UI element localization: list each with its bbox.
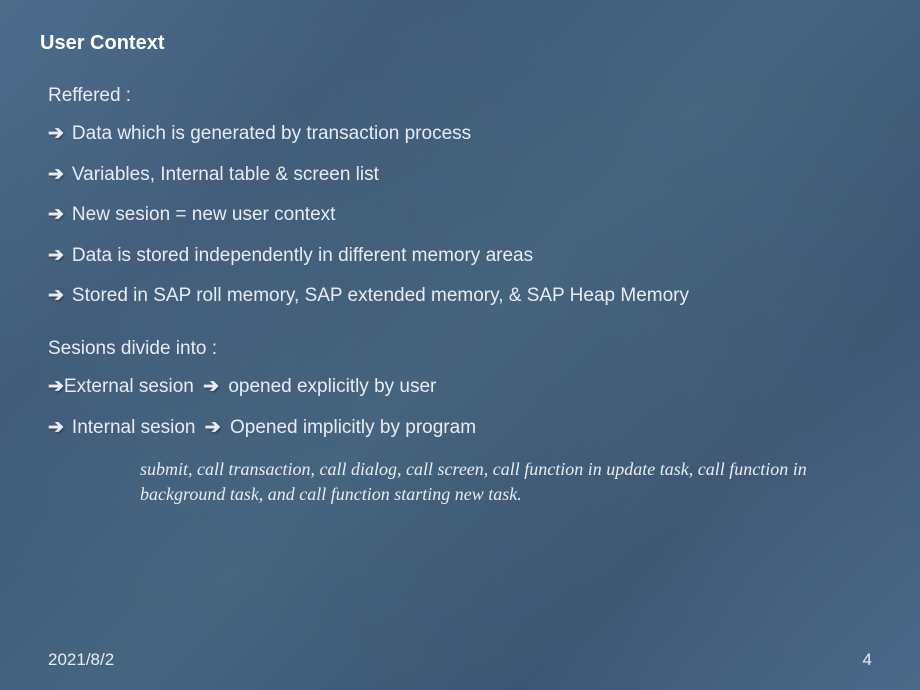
section2-list: ➔ External sesion ➔ opened explicitly by…: [48, 374, 880, 441]
list-item: ➔ Data which is generated by transaction…: [48, 121, 880, 148]
list-item: ➔ Variables, Internal table & screen lis…: [48, 162, 880, 189]
footer-page-number: 4: [863, 650, 872, 670]
footer: 2021/8/2 4: [0, 650, 920, 670]
bullet-text: New sesion = new user context: [72, 202, 336, 229]
footer-date: 2021/8/2: [48, 650, 114, 670]
slide: User Context Reffered : ➔ Data which is …: [0, 0, 920, 690]
arrow-right-icon: ➔: [48, 202, 64, 229]
bullet-text: Stored in SAP roll memory, SAP extended …: [72, 283, 689, 310]
bullet-text: Internal sesion ➔ Opened implicitly by p…: [72, 415, 476, 442]
list-item: ➔ Internal sesion ➔ Opened implicitly by…: [48, 415, 880, 442]
slide-title: User Context: [40, 32, 880, 55]
list-item: ➔ Stored in SAP roll memory, SAP extende…: [48, 283, 880, 310]
arrow-right-icon: ➔: [48, 374, 64, 401]
arrow-right-icon: ➔: [48, 162, 64, 189]
arrow-right-icon: ➔: [205, 417, 221, 438]
sub-item-label: Internal sesion: [72, 417, 196, 438]
list-item: ➔ New sesion = new user context: [48, 202, 880, 229]
section2-heading: Sesions divide into :: [48, 338, 880, 360]
bullet-text: Variables, Internal table & screen list: [72, 162, 379, 189]
bullet-text: External sesion ➔ opened explicitly by u…: [64, 374, 436, 401]
arrow-right-icon: ➔: [48, 283, 64, 310]
sub-item-label: External sesion: [64, 376, 194, 397]
section1-heading: Reffered :: [48, 85, 880, 107]
arrow-right-icon: ➔: [48, 243, 64, 270]
note-text: submit, call transaction, call dialog, c…: [140, 457, 820, 507]
bullet-text: Data which is generated by transaction p…: [72, 121, 471, 148]
arrow-right-icon: ➔: [203, 376, 219, 397]
arrow-right-icon: ➔: [48, 415, 64, 442]
sub-item-desc: Opened implicitly by program: [230, 417, 476, 438]
list-item: ➔ External sesion ➔ opened explicitly by…: [48, 374, 880, 401]
arrow-right-icon: ➔: [48, 121, 64, 148]
section1-list: ➔ Data which is generated by transaction…: [48, 121, 880, 310]
sub-item-desc: opened explicitly by user: [228, 376, 436, 397]
list-item: ➔ Data is stored independently in differ…: [48, 243, 880, 270]
bullet-text: Data is stored independently in differen…: [72, 243, 533, 270]
